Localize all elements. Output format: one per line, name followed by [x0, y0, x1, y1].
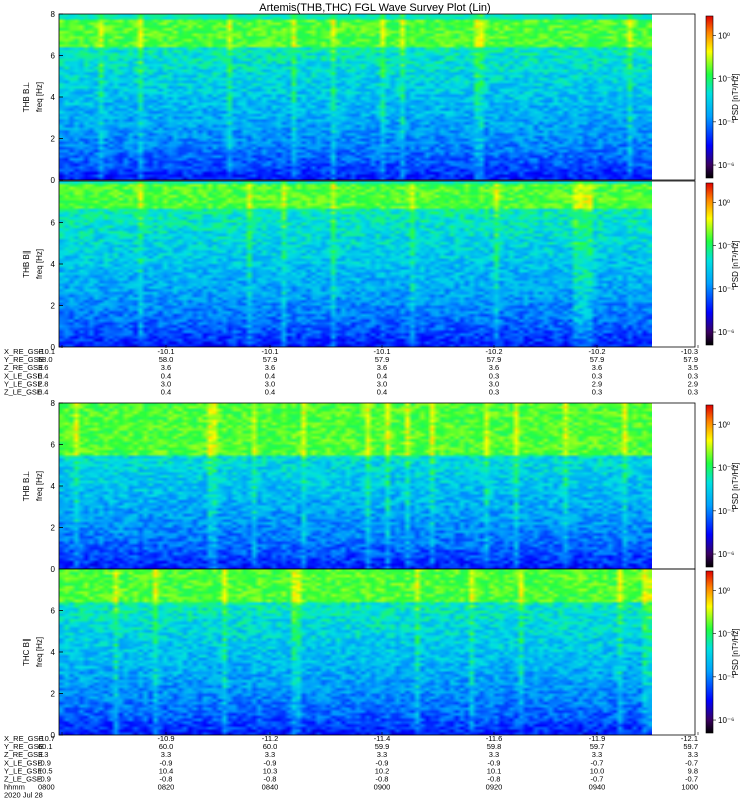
- panel-ylabel: THB B∥: [22, 250, 31, 278]
- colorbar-label: PSD [nT²/Hz]: [731, 240, 740, 287]
- colorbar: [705, 15, 714, 179]
- colorbar-tick-label: 10⁻⁶: [718, 161, 734, 170]
- spectrogram-image: [59, 569, 652, 735]
- colorbar-tick-label: 10⁰: [718, 198, 730, 207]
- spectrogram-image: [59, 181, 652, 347]
- y-tick-label: 2: [51, 690, 56, 699]
- colorbar-tick-label: 10⁻⁶: [718, 550, 734, 559]
- ephem-row-label: 2020 Jul 28: [4, 791, 43, 800]
- y-tick-label: 4: [51, 93, 56, 102]
- y-tick-label: 6: [51, 219, 56, 228]
- colorbar-tick-label: 10⁰: [718, 586, 730, 595]
- ephem-row-label: Z_LE_GSE: [4, 388, 42, 397]
- ephem-value: 0.4: [265, 388, 275, 397]
- colorbar-tick-label: 10⁰: [718, 31, 730, 40]
- wave-survey-figure: Artemis(THB,THC) FGL Wave Survey Plot (L…: [4, 2, 740, 800]
- panel-ylabel: THC B∥: [22, 638, 31, 666]
- chart-title: Artemis(THB,THC) FGL Wave Survey Plot (L…: [259, 2, 490, 14]
- ephem-value: 0.4: [38, 388, 48, 397]
- colorbar-tick-label: 10⁻⁶: [718, 328, 734, 337]
- panel-yunit: freq [Hz]: [35, 249, 44, 279]
- panel-ylabel: THB B⊥: [22, 82, 31, 113]
- y-tick-label: 6: [51, 52, 56, 61]
- spectrogram-image: [59, 14, 652, 180]
- colorbar-tick-label: 10⁻⁶: [718, 716, 734, 725]
- panel-1: 02468THB B⊥ freq [Hz]10⁰10⁻²10⁻⁴10⁻⁶PSD […: [22, 10, 740, 185]
- colorbar-label: PSD [nT²/Hz]: [731, 73, 740, 120]
- colorbar-label: PSD [nT²/Hz]: [731, 628, 740, 675]
- panel-4: 0246THC B∥ freq [Hz]10⁰10⁻²10⁻⁴10⁻⁶PSD [n…: [22, 568, 740, 740]
- spectrogram-image: [59, 403, 652, 569]
- ephem-block-2: X_RE_GSE-10.7 -10.9 -11.2 -11.4 -11.6 -11.9 -1…: [4, 732, 699, 800]
- ephem-value: 0.3: [592, 388, 602, 397]
- colorbar: [705, 182, 714, 346]
- y-tick-label: 2: [51, 135, 56, 144]
- y-tick-label: 0: [51, 565, 56, 574]
- ephem-value: 0.4: [377, 388, 387, 397]
- ephem-value: 0.3: [688, 388, 698, 397]
- colorbar: [705, 570, 714, 734]
- ephem-value: 0.4: [161, 388, 171, 397]
- panel-2: 0246THB B∥ freq [Hz]10⁰10⁻²10⁻⁴10⁻⁶PSD [n…: [22, 180, 740, 352]
- y-tick-label: 4: [51, 648, 56, 657]
- panel-yunit: freq [Hz]: [35, 471, 44, 501]
- ephem-value: 0940: [589, 783, 606, 792]
- colorbar: [705, 404, 714, 568]
- y-tick-label: 6: [51, 441, 56, 450]
- y-tick-label: 4: [51, 482, 56, 491]
- ephem-value: 0900: [374, 783, 391, 792]
- ephem-value: 0.3: [489, 388, 499, 397]
- y-tick-label: 8: [51, 399, 56, 408]
- panel-3: 02468THB B⊥ freq [Hz]10⁰10⁻²10⁻⁴10⁻⁶PSD […: [22, 399, 740, 574]
- panel-yunit: freq [Hz]: [35, 637, 44, 667]
- y-tick-label: 8: [51, 10, 56, 19]
- y-tick-label: 4: [51, 260, 56, 269]
- colorbar-label: PSD [nT²/Hz]: [731, 462, 740, 509]
- ephem-block-1: X_RE_GSE-10.1 -10.1 -10.1 -10.1 -10.2 -10.2 -1…: [4, 345, 699, 397]
- panel-yunit: freq [Hz]: [35, 82, 44, 112]
- y-tick-label: 2: [51, 302, 56, 311]
- ephem-value: 0820: [158, 783, 175, 792]
- ephem-value: 0840: [262, 783, 279, 792]
- panel-ylabel: THB B⊥: [22, 471, 31, 502]
- y-tick-label: 6: [51, 607, 56, 616]
- colorbar-tick-label: 10⁰: [718, 420, 730, 429]
- ephem-value: 1000: [681, 783, 698, 792]
- y-tick-label: 2: [51, 524, 56, 533]
- y-tick-label: 0: [51, 176, 56, 185]
- ephem-value: 0920: [486, 783, 503, 792]
